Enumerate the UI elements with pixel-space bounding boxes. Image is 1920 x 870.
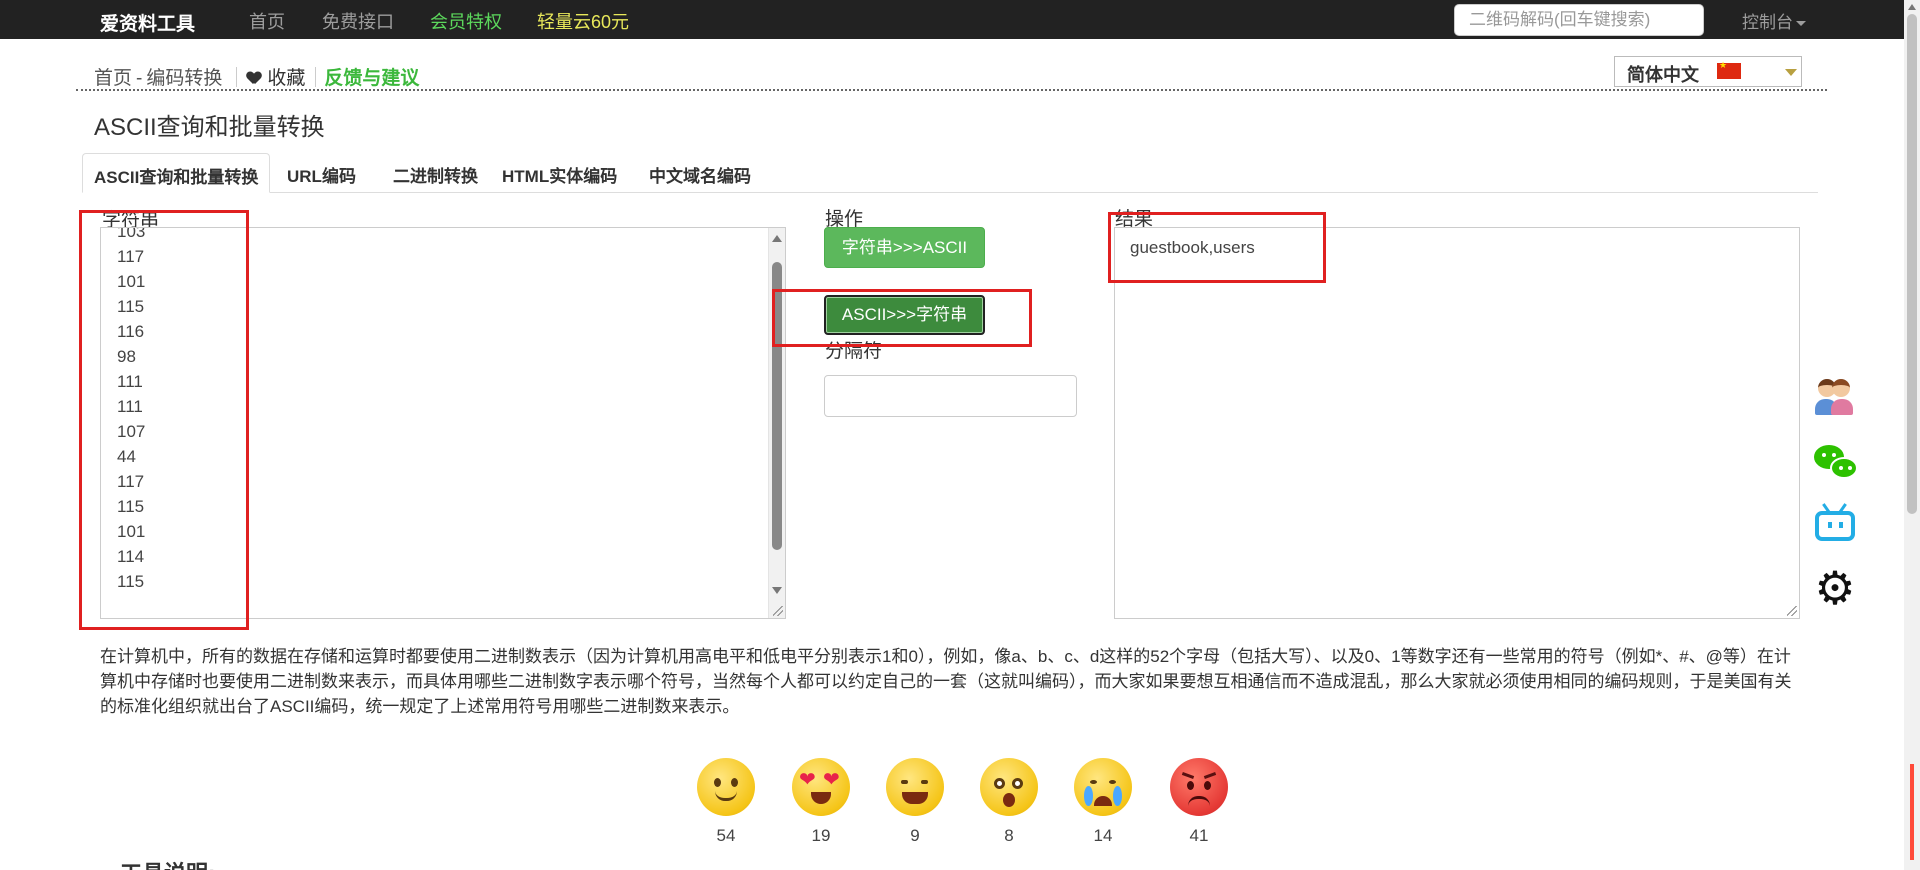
input-line: 114: [117, 547, 145, 566]
read-progress-indicator: [1910, 764, 1914, 860]
input-line: 117: [117, 472, 145, 491]
result-textarea[interactable]: guestbook,users: [1114, 227, 1800, 619]
china-flag-icon: [1717, 60, 1741, 79]
input-line: 101: [117, 272, 146, 291]
favorite-label: 收藏: [267, 68, 306, 89]
reaction-count: 14: [1093, 826, 1113, 845]
reaction-astonished[interactable]: 8: [979, 758, 1039, 846]
heart-eyes-emoji-icon: ❤ ❤: [792, 758, 850, 816]
ascii-to-string-button[interactable]: ASCII>>>字符串: [824, 295, 985, 335]
page-title: ASCII查询和批量转换: [94, 114, 325, 141]
input-line: 115: [117, 572, 145, 591]
brand-logo[interactable]: 爱资料工具: [100, 9, 195, 36]
input-line: 115: [117, 297, 145, 316]
input-line: 117: [117, 247, 145, 266]
laughing-emoji-icon: [886, 758, 944, 816]
input-line: 44: [117, 447, 136, 466]
input-line: 111: [117, 397, 143, 416]
page-scrollbar[interactable]: [1904, 0, 1920, 870]
nav-home-link[interactable]: 首页: [249, 8, 285, 34]
input-line: 116: [117, 322, 145, 341]
language-select[interactable]: 简体中文: [1614, 56, 1802, 87]
string-input-textarea[interactable]: 103 117 101 115 116 98 111 111 107 44 117 115 101 114…: [100, 227, 786, 619]
tab-ascii[interactable]: ASCII查询和批量转换: [82, 153, 271, 193]
reaction-count: 41: [1189, 826, 1209, 845]
tab-url-encode[interactable]: URL编码: [276, 153, 367, 193]
tab-idn-encode[interactable]: 中文域名编码: [638, 153, 762, 193]
header-divider: [76, 89, 1827, 91]
input-line: 98: [117, 347, 136, 366]
breadcrumb-home-link[interactable]: 首页: [94, 68, 132, 89]
top-navbar: 爱资料工具 首页 免费接口 会员特权 轻量云60元 控制台: [0, 0, 1920, 39]
reaction-count: 54: [716, 826, 736, 845]
input-lines: 103 117 101 115 116 98 111 111 107 44 117 115 101 114…: [117, 227, 146, 594]
tool-tabs: ASCII查询和批量转换 URL编码 二进制转换 HTML实体编码 中文域名编码: [82, 153, 1818, 193]
qr-decode-search-input[interactable]: [1454, 4, 1704, 36]
input-line: 115: [117, 497, 145, 516]
resize-grip-icon[interactable]: [1787, 606, 1797, 616]
tab-binary[interactable]: 二进制转换: [382, 153, 489, 193]
textarea-scrollbar[interactable]: [768, 228, 785, 618]
breadcrumb-separator: -: [136, 68, 143, 89]
feedback-link[interactable]: 反馈与建议: [324, 68, 419, 89]
smile-emoji-icon: [697, 758, 755, 816]
breadcrumb-divider: [236, 67, 238, 87]
nav-vip-link[interactable]: 会员特权: [430, 8, 502, 34]
reaction-laughing[interactable]: 9: [885, 758, 945, 846]
reaction-heart-eyes[interactable]: ❤ ❤ 19: [791, 758, 851, 846]
input-line: 101: [117, 522, 146, 541]
reaction-count: 8: [1004, 826, 1014, 845]
breadcrumb-current: 编码转换: [146, 68, 223, 89]
nav-free-api-link[interactable]: 免费接口: [322, 8, 394, 34]
console-dropdown[interactable]: 控制台: [1742, 8, 1806, 33]
input-line: 111: [117, 372, 143, 391]
caret-down-icon: [1796, 21, 1806, 27]
page-scrollbar-thumb[interactable]: [1907, 14, 1917, 514]
ascii-description: 在计算机中，所有的数据在存储和运算时都要使用二进制数表示（因为计算机用高电平和低…: [100, 647, 1792, 716]
wechat-icon[interactable]: [1812, 441, 1858, 487]
resize-grip-icon[interactable]: [773, 606, 783, 616]
scrollbar-thumb[interactable]: [772, 262, 782, 550]
language-selected-value: 简体中文: [1627, 65, 1699, 85]
tab-html-entity[interactable]: HTML实体编码: [491, 153, 628, 193]
bilibili-icon[interactable]: [1812, 501, 1858, 547]
favorite-button[interactable]: 收藏: [247, 68, 305, 89]
scroll-down-arrow-icon[interactable]: [772, 587, 782, 594]
reaction-count: 19: [811, 826, 831, 845]
astonished-emoji-icon: [980, 758, 1038, 816]
string-to-ascii-button[interactable]: 字符串>>>ASCII: [824, 227, 985, 268]
reaction-smile[interactable]: 54: [696, 758, 756, 846]
nav-cloud-link[interactable]: 轻量云60元: [537, 8, 629, 34]
tool-instructions-heading: 工具说明:: [120, 856, 215, 870]
crying-emoji-icon: [1074, 758, 1132, 816]
reaction-crying[interactable]: 14: [1073, 758, 1133, 846]
separator-input[interactable]: [824, 375, 1077, 417]
angry-emoji-icon: [1170, 758, 1228, 816]
heart-icon: [247, 72, 261, 85]
input-line: 103: [117, 227, 146, 241]
console-label: 控制台: [1742, 13, 1793, 32]
contact-users-icon[interactable]: [1812, 375, 1858, 421]
separator-label: 分隔符: [825, 341, 883, 362]
breadcrumb: 首页 - 编码转换 收藏 反馈与建议: [94, 63, 419, 90]
gear-icon[interactable]: ⚙: [1812, 565, 1858, 611]
scroll-up-arrow-icon[interactable]: [772, 235, 782, 242]
scroll-up-arrow-icon[interactable]: [1908, 4, 1916, 10]
breadcrumb-divider: [315, 67, 317, 87]
input-line: 107: [117, 422, 146, 441]
reaction-count: 9: [910, 826, 920, 845]
reaction-angry[interactable]: 41: [1169, 758, 1229, 846]
result-value: guestbook,users: [1130, 238, 1255, 257]
chevron-down-icon: [1785, 69, 1797, 76]
